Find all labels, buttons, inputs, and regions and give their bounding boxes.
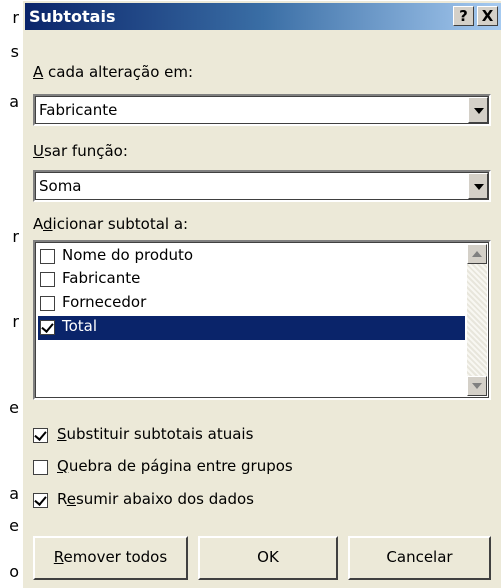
list-item[interactable]: Fornecedor — [38, 292, 465, 316]
list-item-selected[interactable]: Total — [38, 316, 465, 340]
chevron-down-icon[interactable] — [468, 97, 488, 123]
bg-char: e — [9, 398, 19, 417]
list-item[interactable]: Nome do produto — [38, 245, 465, 269]
list-item[interactable]: Fabricante — [38, 268, 465, 292]
background-document: r s a r r e a e o — [0, 0, 22, 588]
at-each-change-label: A cada alteração em: — [33, 63, 194, 81]
use-function-value: Soma — [39, 177, 82, 195]
subtotals-dialog: Subtotais ? X A cada alteração em: Fabri… — [22, 0, 501, 588]
list-item-label: Fornecedor — [62, 293, 147, 311]
checkbox-checked[interactable] — [33, 493, 48, 508]
replace-current-subtotals-option[interactable]: Substituir subtotais atuais — [33, 424, 333, 448]
close-button[interactable]: X — [477, 6, 498, 26]
help-button[interactable]: ? — [453, 6, 474, 26]
summary-below-data-option[interactable]: Resumir abaixo dos dados — [33, 489, 333, 513]
list-item-label: Total — [62, 317, 98, 335]
cancel-button[interactable]: Cancelar — [348, 536, 491, 580]
bg-char: r — [12, 227, 19, 246]
at-each-change-value: Fabricante — [39, 101, 118, 119]
use-function-label: Usar função: — [33, 142, 128, 160]
add-subtotal-label: Adicionar subtotal a: — [33, 215, 189, 233]
bg-char: a — [9, 92, 19, 111]
list-item-label: Fabricante — [62, 269, 141, 287]
chevron-down-icon[interactable] — [468, 173, 488, 199]
page-break-between-groups-option[interactable]: Quebra de página entre grupos — [33, 456, 353, 480]
checkbox[interactable] — [40, 249, 55, 264]
bg-char: s — [10, 42, 19, 61]
add-subtotal-listbox[interactable]: Nome do produto Fabricante Fornecedor To… — [33, 240, 491, 400]
list-item-label: Nome do produto — [62, 246, 194, 264]
bg-char: e — [9, 516, 19, 535]
remove-all-button[interactable]: Remover todos — [33, 536, 188, 580]
checkbox[interactable] — [40, 296, 55, 311]
bg-char: a — [9, 484, 19, 503]
scroll-down-icon[interactable] — [467, 376, 487, 396]
bg-char: o — [9, 562, 19, 581]
bg-char: r — [12, 8, 19, 27]
checkbox-checked[interactable] — [33, 428, 48, 443]
checkbox[interactable] — [40, 272, 55, 287]
vertical-scrollbar[interactable] — [467, 244, 487, 396]
scroll-up-icon[interactable] — [467, 244, 487, 264]
checkbox[interactable] — [33, 460, 48, 475]
title-bar[interactable]: Subtotais ? X — [25, 3, 501, 30]
at-each-change-dropdown[interactable]: Fabricante — [33, 94, 491, 126]
checkbox-checked[interactable] — [40, 320, 55, 335]
ok-button[interactable]: OK — [198, 536, 338, 580]
use-function-dropdown[interactable]: Soma — [33, 170, 491, 202]
bg-char: r — [12, 312, 19, 331]
dialog-title: Subtotais — [29, 7, 116, 26]
